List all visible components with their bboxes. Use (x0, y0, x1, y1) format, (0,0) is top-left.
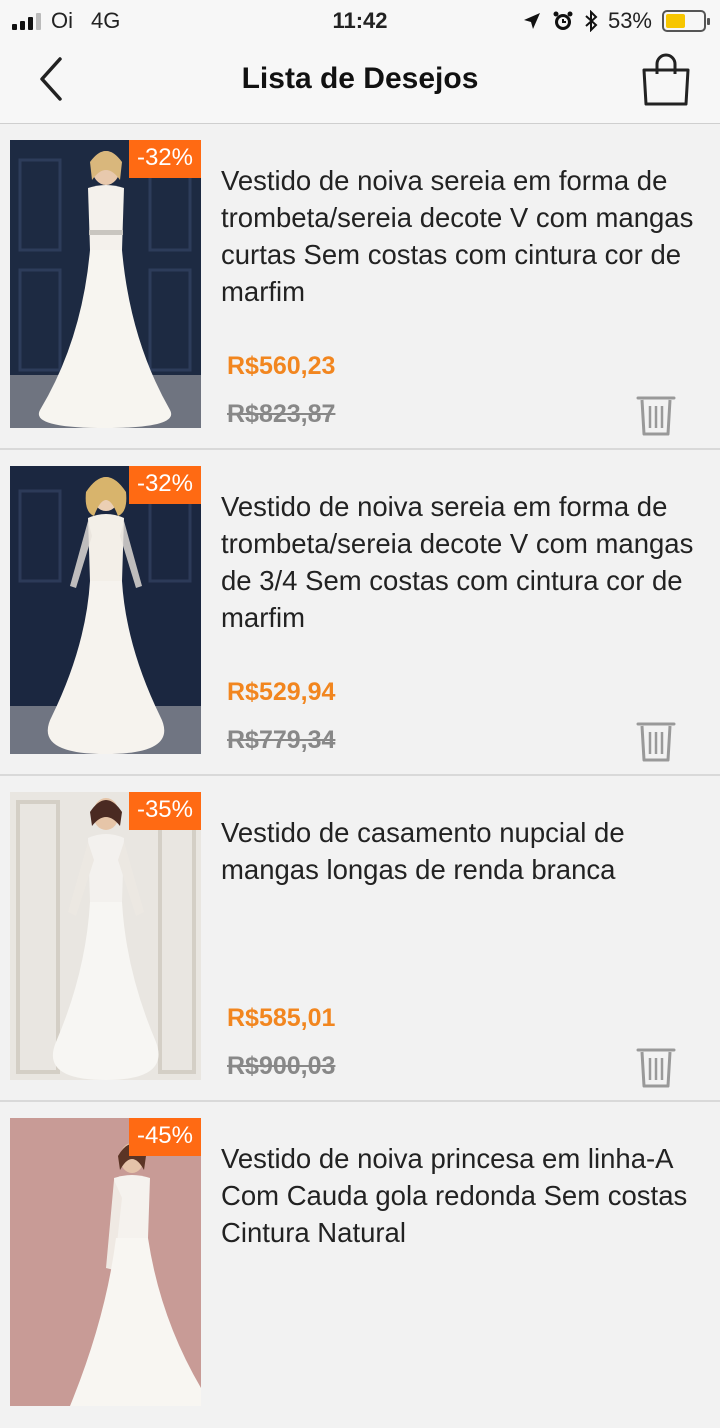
product-image[interactable]: -45% (10, 1118, 201, 1406)
shopping-bag-icon[interactable] (640, 52, 692, 108)
product-title[interactable]: Vestido de casamento nupcial de mangas l… (221, 814, 711, 888)
trash-icon[interactable] (636, 1044, 676, 1088)
wishlist-item[interactable]: -45% Vestido de noiva princesa em linha-… (0, 1102, 720, 1428)
product-price: R$560,23 (227, 352, 336, 380)
product-price: R$585,01 (227, 1004, 336, 1032)
status-right: 53% (522, 8, 710, 34)
trash-icon[interactable] (636, 718, 676, 762)
product-original-price: R$823,87 (227, 400, 336, 428)
navigation-bar: Lista de Desejos (0, 40, 720, 124)
bluetooth-icon (585, 10, 598, 32)
product-title[interactable]: Vestido de noiva princesa em linha-A Com… (221, 1140, 711, 1251)
discount-badge: -35% (128, 792, 201, 830)
discount-badge: -32% (128, 140, 201, 178)
product-image[interactable]: -32% (10, 466, 201, 754)
product-title[interactable]: Vestido de noiva sereia em forma de trom… (221, 488, 711, 636)
trash-icon[interactable] (636, 392, 676, 436)
product-image[interactable]: -32% (10, 140, 201, 428)
product-image[interactable]: -35% (10, 792, 201, 1080)
product-price: R$529,94 (227, 678, 336, 706)
battery-fill (666, 14, 686, 28)
wishlist-item[interactable]: -32% Vestido de noiva sereia em forma de… (0, 124, 720, 450)
location-arrow-icon (523, 13, 540, 29)
status-bar: Oi 4G 11:42 53% (0, 0, 720, 40)
product-original-price: R$900,03 (227, 1052, 336, 1080)
discount-badge: -45% (128, 1118, 201, 1156)
product-title[interactable]: Vestido de noiva sereia em forma de trom… (221, 162, 711, 310)
product-original-price: R$779,34 (227, 726, 336, 754)
page-title: Lista de Desejos (241, 62, 479, 95)
discount-badge: -32% (128, 466, 201, 504)
alarm-icon (553, 11, 573, 30)
wishlist: -32% Vestido de noiva sereia em forma de… (0, 124, 720, 1428)
wishlist-item[interactable]: -32% Vestido de noiva sereia em forma de… (0, 450, 720, 776)
battery-icon (662, 10, 710, 32)
wishlist-item[interactable]: -35% Vestido de casamento nupcial de man… (0, 776, 720, 1102)
battery-percentage: 53% (607, 8, 652, 33)
